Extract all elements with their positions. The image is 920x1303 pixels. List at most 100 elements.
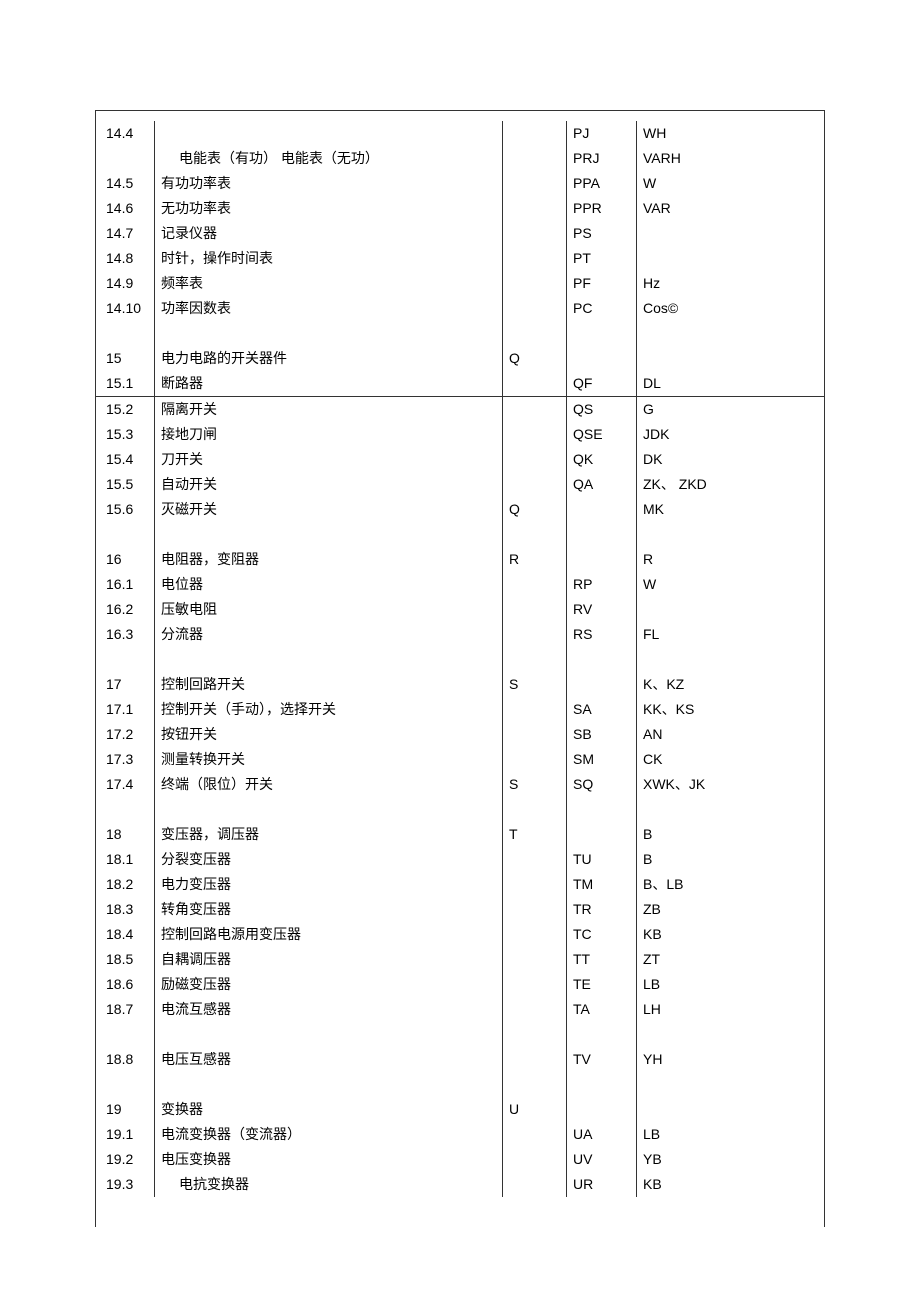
col-category	[502, 872, 566, 897]
col-category	[502, 422, 566, 447]
document-page: 14.4PJWH电能表（有功） 电能表（无功）PRJVARH14.5有功功率表P…	[0, 0, 920, 1303]
col-category	[502, 121, 566, 146]
col-category	[502, 397, 566, 422]
col-category: S	[502, 772, 566, 797]
col-code	[566, 547, 636, 572]
table-row: 18.2电力变压器TMB、LB	[96, 872, 824, 897]
col-index	[96, 647, 154, 672]
col-index: 14.8	[96, 246, 154, 271]
cell-text: 电抗变换器	[161, 1172, 249, 1197]
col-index	[96, 522, 154, 547]
col-legacy	[636, 321, 824, 346]
col-name	[154, 321, 502, 346]
table-row: 19.2电压变换器 UVYB	[96, 1147, 824, 1172]
col-code: PF	[566, 271, 636, 296]
col-category	[502, 1022, 566, 1047]
col-index: 19.3	[96, 1172, 154, 1197]
col-index: 18.5	[96, 947, 154, 972]
col-code: PPR	[566, 196, 636, 221]
col-category	[502, 1147, 566, 1172]
table-row	[96, 797, 824, 822]
col-legacy: DL	[636, 371, 824, 396]
col-name: 记录仪器	[154, 221, 502, 246]
col-legacy	[636, 1097, 824, 1122]
col-index: 19.2	[96, 1147, 154, 1172]
table-row	[96, 647, 824, 672]
col-name: 隔离开关	[154, 397, 502, 422]
table-row: 16电阻器，变阻器RR	[96, 547, 824, 572]
col-code: QA	[566, 472, 636, 497]
col-index	[96, 146, 154, 171]
col-legacy: FL	[636, 622, 824, 647]
col-code: TE	[566, 972, 636, 997]
col-index	[96, 1072, 154, 1097]
table-row: 14.8时针，操作时间表PT	[96, 246, 824, 271]
table-row: 电能表（有功） 电能表（无功）PRJVARH	[96, 146, 824, 171]
col-index: 18	[96, 822, 154, 847]
col-name: 励磁变压器	[154, 972, 502, 997]
col-name: 分流器	[154, 622, 502, 647]
col-legacy: DK	[636, 447, 824, 472]
col-category	[502, 146, 566, 171]
col-legacy: B、LB	[636, 872, 824, 897]
col-name: 时针，操作时间表	[154, 246, 502, 271]
col-code: UV	[566, 1147, 636, 1172]
table-row: 18.6励磁变压器TELB	[96, 972, 824, 997]
col-code	[566, 822, 636, 847]
col-legacy	[636, 597, 824, 622]
col-code	[566, 321, 636, 346]
col-legacy: LB	[636, 972, 824, 997]
reference-table: 14.4PJWH电能表（有功） 电能表（无功）PRJVARH14.5有功功率表P…	[95, 110, 825, 1227]
col-name: 电力变压器	[154, 872, 502, 897]
col-name: 自动开关	[154, 472, 502, 497]
col-index: 18.7	[96, 997, 154, 1022]
col-name: 电压互感器	[154, 1047, 502, 1072]
col-legacy: MK	[636, 497, 824, 522]
table-row	[96, 321, 824, 346]
col-index: 16.3	[96, 622, 154, 647]
table-row: 18.5自耦调压器TTZT	[96, 947, 824, 972]
col-name: 功率因数表	[154, 296, 502, 321]
table-row: 18变压器，调压器TB	[96, 822, 824, 847]
col-code: RS	[566, 622, 636, 647]
col-code: SM	[566, 747, 636, 772]
col-legacy: XWK、JK	[636, 772, 824, 797]
col-legacy	[636, 522, 824, 547]
col-index: 15.2	[96, 397, 154, 422]
col-category	[502, 371, 566, 396]
col-category	[502, 522, 566, 547]
table-row: 15.2隔离开关QSG	[96, 397, 824, 422]
col-legacy: W	[636, 572, 824, 597]
table-row	[96, 1072, 824, 1097]
col-index: 14.5	[96, 171, 154, 196]
col-index: 14.4	[96, 121, 154, 146]
col-legacy: B	[636, 847, 824, 872]
col-code	[566, 1022, 636, 1047]
col-category	[502, 847, 566, 872]
col-code: TC	[566, 922, 636, 947]
col-index: 18.8	[96, 1047, 154, 1072]
col-code: PC	[566, 296, 636, 321]
col-index: 19	[96, 1097, 154, 1122]
col-legacy: ZB	[636, 897, 824, 922]
col-legacy: ZK、 ZKD	[636, 472, 824, 497]
table-row: 19.1电流变换器（变流器）UALB	[96, 1122, 824, 1147]
table-row: 14.10功率因数表PCCos©	[96, 296, 824, 321]
col-index: 17.2	[96, 722, 154, 747]
col-index: 16.1	[96, 572, 154, 597]
col-legacy	[636, 221, 824, 246]
col-category	[502, 947, 566, 972]
col-category	[502, 1072, 566, 1097]
col-index: 18.1	[96, 847, 154, 872]
col-name: 电压变换器	[154, 1147, 502, 1172]
col-code: RV	[566, 597, 636, 622]
col-name	[154, 797, 502, 822]
col-index: 15.4	[96, 447, 154, 472]
col-code	[566, 346, 636, 371]
col-index: 16.2	[96, 597, 154, 622]
table-row: 18.3转角变压器TRZB	[96, 897, 824, 922]
col-index: 17.3	[96, 747, 154, 772]
col-category	[502, 622, 566, 647]
col-name: 电能表（有功） 电能表（无功）	[154, 146, 502, 171]
col-legacy: YB	[636, 1147, 824, 1172]
